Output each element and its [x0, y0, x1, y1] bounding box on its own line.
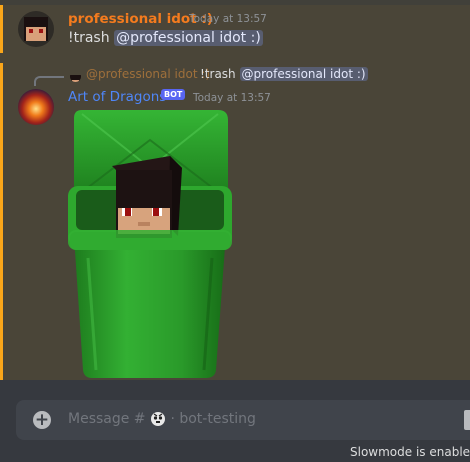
- message: professional idot :) Today at 13:57 !tra…: [0, 5, 470, 53]
- reply-avatar[interactable]: [70, 71, 81, 82]
- trash-can-image[interactable]: [68, 108, 232, 380]
- reply-mention: @professional idot :): [239, 67, 368, 81]
- chat-area: professional idot :) Today at 13:57 !tra…: [0, 0, 470, 380]
- user-mention[interactable]: @professional idot :): [114, 30, 263, 46]
- channel-name: · bot-testing: [170, 411, 256, 427]
- username[interactable]: Art of Dragons: [68, 89, 166, 105]
- message-content: !trash @professional idot :): [68, 30, 263, 46]
- bot-badge: BOT: [161, 89, 186, 100]
- reply-spine: [34, 76, 64, 86]
- message: @professional idot :) !trash @profession…: [0, 63, 470, 380]
- placeholder-prefix: Message #: [68, 411, 146, 427]
- command-text: !trash: [68, 30, 110, 46]
- avatar[interactable]: [18, 89, 54, 125]
- add-attachment-button[interactable]: +: [33, 411, 51, 429]
- slowmode-notice: Slowmode is enabled, l: [350, 445, 470, 459]
- reply-username[interactable]: @professional idot :): [86, 67, 210, 81]
- mention-highlight-bar: [0, 63, 3, 380]
- timestamp: Today at 13:57: [193, 92, 271, 104]
- avatar[interactable]: [18, 11, 54, 47]
- message-placeholder: Message # · bot-testing: [68, 411, 256, 427]
- timestamp: Today at 13:57: [189, 13, 267, 25]
- message-input[interactable]: + Message # · bot-testing: [16, 400, 470, 440]
- gift-icon[interactable]: [464, 410, 470, 430]
- reply-content[interactable]: !trash @professional idot :): [200, 67, 368, 81]
- mention-highlight-bar: [0, 5, 3, 53]
- reply-command: !trash: [200, 67, 236, 81]
- composer-area: + Message # · bot-testing Slowmode is en…: [0, 380, 470, 462]
- channel-emoji-icon: [150, 411, 166, 427]
